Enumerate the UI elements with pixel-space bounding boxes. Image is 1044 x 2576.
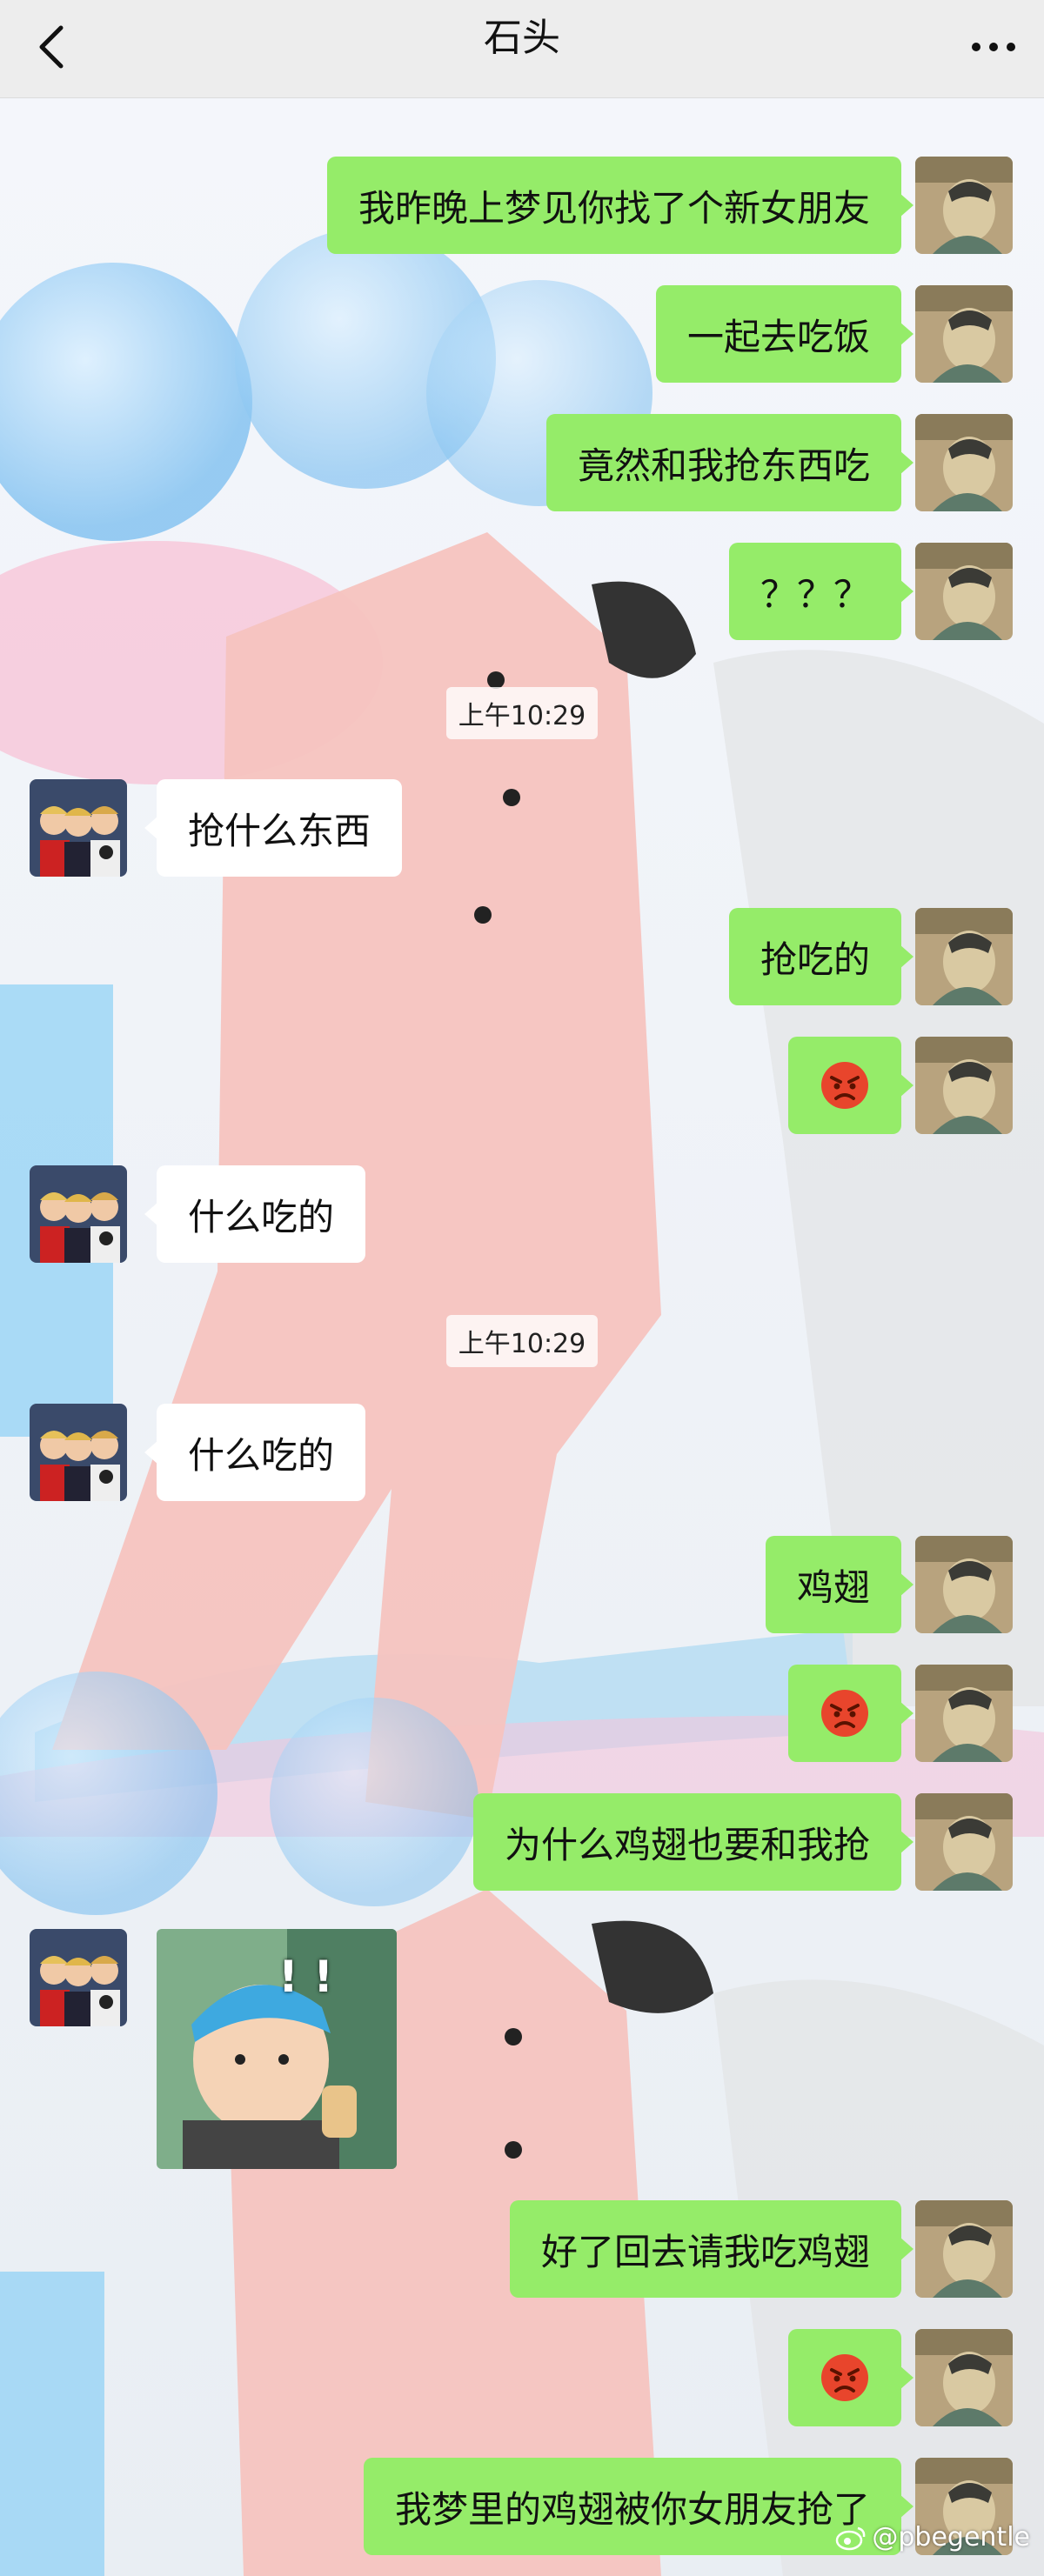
message-bubble[interactable]: 竟然和我抢东西吃 — [545, 414, 914, 511]
avatar-self[interactable] — [915, 1665, 1013, 1762]
message-text: 竟然和我抢东西吃 — [577, 444, 870, 487]
avatar-contact[interactable] — [30, 779, 127, 877]
message-text: 为什么鸡翅也要和我抢 — [504, 1823, 870, 1866]
avatar-self[interactable] — [915, 1536, 1013, 1633]
message-bubble[interactable]: 抢吃的 — [728, 908, 914, 1005]
weibo-icon — [836, 2526, 866, 2550]
message-bubble[interactable]: 鸡翅 — [765, 1536, 914, 1633]
avatar-self[interactable] — [915, 414, 1013, 511]
message-text: ？？？ — [760, 572, 870, 616]
message-text: 一起去吃饭 — [686, 315, 870, 358]
avatar-contact[interactable] — [30, 1404, 127, 1501]
ellipsis-icon — [972, 43, 1015, 51]
avatar-self[interactable] — [915, 2200, 1013, 2298]
message-bubble[interactable]: 好了回去请我吃鸡翅 — [509, 2200, 914, 2298]
angry-face-icon — [820, 2352, 870, 2403]
message-bubble[interactable]: 一起去吃饭 — [655, 285, 914, 383]
avatar-self[interactable] — [915, 285, 1013, 383]
avatar-self[interactable] — [915, 1793, 1013, 1891]
avatar-contact[interactable] — [30, 1165, 127, 1263]
sticker-caption: ! ! — [278, 1952, 334, 2002]
emoji-bubble[interactable] — [788, 1037, 914, 1134]
angry-face-icon — [820, 1060, 870, 1111]
message-text: 好了回去请我吃鸡翅 — [540, 2230, 870, 2273]
avatar-self[interactable] — [915, 908, 1013, 1005]
message-bubble[interactable]: ？？？ — [728, 543, 914, 640]
message-bubble[interactable]: 抢什么东西 — [144, 779, 403, 877]
timestamp: 上午10:29 — [0, 1315, 1044, 1367]
avatar-self[interactable] — [915, 157, 1013, 254]
angry-face-icon — [820, 1688, 870, 1738]
message-text: 什么吃的 — [188, 1433, 335, 1477]
message-text: 抢吃的 — [760, 938, 870, 981]
message-text: 什么吃的 — [188, 1195, 335, 1238]
message-text: 抢什么东西 — [188, 809, 371, 852]
avatar-contact[interactable] — [30, 1929, 127, 2026]
timestamp-text: 上午10:29 — [445, 687, 599, 739]
timestamp: 上午10:29 — [0, 687, 1044, 739]
emoji-bubble[interactable] — [788, 2329, 914, 2426]
avatar-self[interactable] — [915, 543, 1013, 640]
message-bubble[interactable]: 为什么鸡翅也要和我抢 — [472, 1793, 914, 1891]
emoji-bubble[interactable] — [788, 1665, 914, 1762]
watermark: @pbegentle — [835, 2522, 1030, 2553]
message-bubble[interactable]: 什么吃的 — [144, 1404, 366, 1501]
message-text: 我昨晚上梦见你找了个新女朋友 — [358, 186, 870, 230]
watermark-text: @pbegentle — [872, 2522, 1030, 2553]
surprised-baby-sticker[interactable]: ! ! — [157, 1929, 397, 2169]
more-button[interactable] — [966, 19, 1021, 75]
message-bubble[interactable]: 我昨晚上梦见你找了个新女朋友 — [326, 157, 914, 254]
chat-title: 石头 — [484, 16, 560, 60]
message-bubble[interactable]: 我梦里的鸡翅被你女朋友抢了 — [363, 2458, 914, 2555]
avatar-self[interactable] — [915, 2329, 1013, 2426]
message-bubble[interactable]: 什么吃的 — [144, 1165, 366, 1263]
chat-header: 石头 — [0, 0, 1044, 98]
avatar-self[interactable] — [915, 1037, 1013, 1134]
message-text: 鸡翅 — [796, 1565, 870, 1609]
message-text: 我梦里的鸡翅被你女朋友抢了 — [394, 2487, 870, 2531]
timestamp-text: 上午10:29 — [445, 1315, 599, 1367]
